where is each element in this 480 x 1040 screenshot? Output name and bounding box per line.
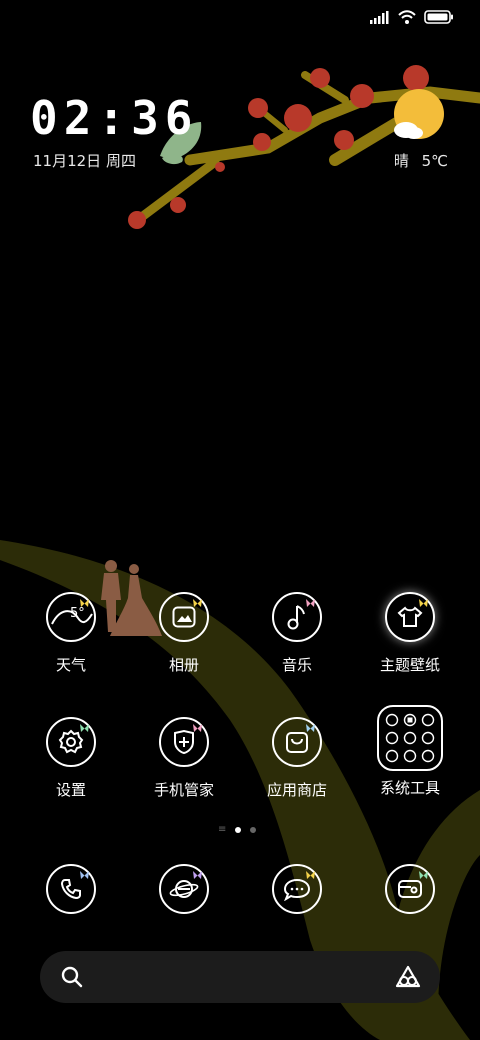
app-label: 主题壁纸 (379, 656, 440, 674)
page-indicator[interactable]: ≡ (218, 824, 257, 835)
assistant-icon[interactable] (394, 964, 422, 990)
wallet-icon (385, 864, 435, 914)
folder-mini-icon (403, 749, 417, 763)
page-dot (250, 826, 257, 833)
search-bar[interactable] (40, 951, 440, 1003)
app-label: 设置 (55, 781, 86, 799)
weather-widget[interactable]: 晴 5℃ (394, 150, 448, 171)
app-weather[interactable]: 5° 天气 (15, 592, 127, 675)
music-icon (272, 592, 322, 642)
folder-mini-icon (403, 713, 417, 727)
butterfly-icon (306, 599, 315, 607)
folder-mini-icon (421, 713, 435, 727)
signal-icon (370, 10, 389, 24)
folder-mini-icon (403, 731, 417, 745)
weather-badge: 5° (70, 606, 85, 621)
settings-icon (46, 717, 96, 767)
butterfly-icon (306, 871, 315, 879)
folder-mini-icon (385, 713, 399, 727)
butterfly-icon (193, 871, 202, 879)
butterfly-icon (80, 871, 89, 879)
status-bar (370, 10, 454, 24)
butterfly-icon (80, 724, 89, 732)
app-label: 相册 (168, 656, 199, 674)
app-gallery[interactable]: 相册 (128, 592, 240, 675)
app-store-icon (272, 717, 322, 767)
dock-phone[interactable] (15, 864, 127, 914)
gallery-icon (159, 592, 209, 642)
system-tools-folder (377, 705, 443, 771)
theme-icon (385, 592, 435, 642)
butterfly-icon (419, 599, 428, 607)
app-music[interactable]: 音乐 (241, 592, 353, 675)
app-label: 天气 (55, 656, 86, 674)
clock-date: 11月12日 周四 (33, 152, 136, 170)
app-system-tools-folder[interactable]: 系统工具 (354, 705, 466, 798)
app-themes[interactable]: 主题壁纸 (354, 592, 466, 675)
dock-wallet[interactable] (354, 864, 466, 914)
dock-browser[interactable] (128, 864, 240, 914)
security-icon (159, 717, 209, 767)
folder-mini-icon (385, 731, 399, 745)
messages-icon (272, 864, 322, 914)
butterfly-icon (193, 724, 202, 732)
phone-icon (46, 864, 96, 914)
app-store[interactable]: 应用商店 (241, 717, 353, 800)
search-icon[interactable] (60, 965, 84, 989)
app-security[interactable]: 手机管家 (128, 717, 240, 800)
app-label: 系统工具 (379, 779, 440, 797)
app-label: 手机管家 (153, 781, 214, 799)
folder-mini-icon (385, 749, 399, 763)
weather-temperature: 5℃ (421, 152, 448, 170)
weather-condition: 晴 (393, 152, 409, 170)
weather-icon: 5° (46, 592, 96, 642)
butterfly-icon (193, 599, 202, 607)
app-label: 应用商店 (266, 781, 327, 799)
browser-icon (159, 864, 209, 914)
butterfly-icon (80, 599, 89, 607)
wifi-icon (398, 10, 416, 24)
battery-icon (424, 10, 453, 24)
butterfly-icon (419, 871, 428, 879)
butterfly-icon (306, 724, 315, 732)
page-list-icon: ≡ (218, 824, 227, 835)
folder-mini-icon (421, 749, 435, 763)
dock-messages[interactable] (241, 864, 353, 914)
clock-time[interactable]: 02:36 (30, 94, 198, 142)
folder-mini-icon (421, 731, 435, 745)
app-label: 音乐 (281, 656, 312, 674)
page-dot-active (235, 826, 242, 833)
app-settings[interactable]: 设置 (15, 717, 127, 800)
